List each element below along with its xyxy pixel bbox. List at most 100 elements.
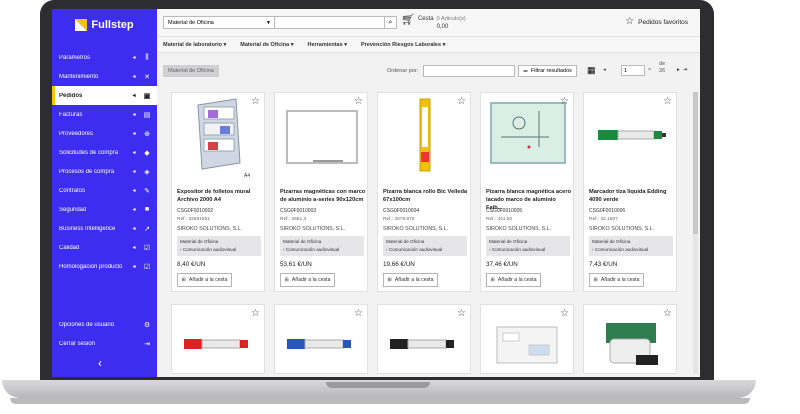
sidebar-item-homologacion[interactable]: Homologacion producto ◂ ☑: [52, 257, 157, 276]
sidebar-item-business-intelligence[interactable]: Business Intelligence ◂ ↗: [52, 219, 157, 238]
sidebar-item-solicitudes[interactable]: Solicitudes de compra ◂ ◆: [52, 143, 157, 162]
favorite-star-icon[interactable]: ☆: [663, 309, 672, 319]
page-prev-icon[interactable]: ◂: [603, 67, 606, 73]
page-clear-icon[interactable]: ×: [648, 67, 651, 73]
product-card[interactable]: ☆: [480, 304, 574, 374]
category-menu-item[interactable]: Prevención Riesgos Laborales ▾: [361, 42, 445, 48]
product-card[interactable]: ☆ Pizarra blanca rollo Bic Velleda 67x10…: [377, 92, 471, 292]
favorite-star-icon[interactable]: ☆: [251, 97, 260, 107]
scrollbar[interactable]: [693, 92, 698, 374]
product-price: 19,66 €/UN: [383, 261, 415, 268]
product-name[interactable]: Marcador tiza líquida Edding 4090 verde: [589, 188, 675, 204]
sidebar-item-label: Opciones de usuario: [59, 321, 115, 328]
page-input[interactable]: 1: [621, 65, 645, 76]
product-image: [598, 130, 666, 140]
checklist-icon: ☑: [143, 244, 151, 252]
sidebar-item-user-options[interactable]: Opciones de usuario ⚙: [52, 315, 157, 334]
sidebar-item-pedidos[interactable]: Pedidos ◂ ▣: [52, 86, 157, 105]
sidebar-item-proveedores[interactable]: Proveedores ◂ ⊕: [52, 124, 157, 143]
chevron-left-icon: ◂: [132, 226, 136, 232]
sidebar-item-logout[interactable]: Cerrar sesión ⇥: [52, 334, 157, 353]
sidebar-item-label: Procesos de compra: [59, 168, 115, 175]
sidebar-item-label: Pedidos: [59, 92, 83, 99]
product-name[interactable]: Expositor de folletos mural Archivo 2000…: [177, 188, 263, 204]
add-to-cart-button[interactable]: ⊞ Añadir a la cesta: [486, 273, 541, 287]
page-next-icon[interactable]: ▸⇥: [677, 67, 690, 73]
favorite-star-icon[interactable]: ☆: [354, 309, 363, 319]
product-name[interactable]: Pizarra blanca rollo Bic Velleda 67x100c…: [383, 188, 469, 204]
laptop-shadow: [10, 398, 750, 404]
subcategory-tag: Comunicación audiovisual: [388, 247, 443, 252]
add-to-cart-button[interactable]: ⊞ Añadir a la cesta: [589, 273, 644, 287]
cart-count: 0 Articulo(s): [436, 16, 466, 22]
favorite-star-icon[interactable]: ☆: [457, 309, 466, 319]
category-menu-item[interactable]: Material de laboratorio ▾: [163, 42, 226, 48]
cart-widget[interactable]: 🛒︎ Cesta 0 Articulo(s) 0,00: [401, 15, 466, 31]
filter-results-button[interactable]: ⚌ Filtrar resultados: [518, 65, 577, 77]
sidebar-item-parametros[interactable]: Parametros ◂ ⫼: [52, 48, 157, 67]
sidebar-item-seguridad[interactable]: Seguridad ◂ ■: [52, 200, 157, 219]
product-price: 37,46 €/UN: [486, 261, 518, 268]
category-menu-item[interactable]: Herramientas ▾: [308, 42, 347, 48]
product-card[interactable]: ☆: [377, 304, 471, 374]
cart-total: 0,00: [436, 24, 449, 30]
grid-view-icon[interactable]: ▦: [587, 66, 596, 75]
product-supplier: SIROKO SOLUTIONS, S.L.: [486, 226, 552, 232]
favorite-star-icon[interactable]: ☆: [560, 309, 569, 319]
chevron-down-icon: ▼: [266, 19, 271, 26]
product-card[interactable]: ☆ Pizarra blanca magnética acero lacado …: [480, 92, 574, 292]
cart-icon: ⊞: [284, 277, 289, 283]
category-label: Prevención Riesgos Laborales: [360, 41, 442, 48]
results-toolbar: Material de Oficina Ordenar por: ⚌ Filtra…: [157, 61, 700, 80]
product-image: [287, 339, 351, 349]
collapse-sidebar-icon[interactable]: ‹: [98, 356, 102, 370]
product-supplier: SIROKO SOLUTIONS, S.L.: [383, 226, 449, 232]
search-input[interactable]: [275, 16, 385, 29]
cart-label: Cesta: [417, 16, 434, 22]
category-select[interactable]: Material de Oficina ▼: [163, 16, 275, 29]
sidebar-item-procesos[interactable]: Procesos de compra ◂ ◈: [52, 162, 157, 181]
product-card[interactable]: ☆: [171, 304, 265, 374]
sidebar-item-mantenimiento[interactable]: Mantenimiento ◂ ✕: [52, 67, 157, 86]
add-to-cart-button[interactable]: ⊞ Añadir a la cesta: [383, 273, 438, 287]
product-name[interactable]: Pizarras magnéticas con marco de alumini…: [280, 188, 366, 204]
product-card[interactable]: ☆: [274, 304, 368, 374]
scrollbar-thumb[interactable]: [693, 92, 698, 234]
product-card[interactable]: ☆ Marcador tiza líquida Edding 4090 verd…: [583, 92, 677, 292]
category-tag: Material de Oficina: [592, 239, 631, 244]
sidebar-item-label: Facturas: [59, 111, 83, 118]
active-filter-chip[interactable]: Material de Oficina: [163, 65, 219, 77]
chevron-left-icon: ◂: [132, 150, 136, 156]
favorite-star-icon[interactable]: ☆: [354, 97, 363, 107]
product-categories: Material de Oficina › Comunicación audiov…: [280, 236, 364, 256]
favorite-star-icon[interactable]: ☆: [251, 309, 260, 319]
sidebar-item-calidad[interactable]: Calidad ◂ ☑: [52, 238, 157, 257]
cart-info: 0 Articulo(s) 0,00: [437, 15, 466, 31]
favorites-orders-link[interactable]: ☆ Pedidos favoritos: [625, 17, 688, 27]
product-card[interactable]: ☆ Pizarras magnéticas con marco de alumi…: [274, 92, 368, 292]
sidebar-nav: Parametros ◂ ⫼ Mantenimiento ◂ ✕ Pedidos ◂ ▣ F…: [52, 48, 157, 276]
product-image: [490, 102, 566, 164]
search-icon[interactable]: ⌕: [385, 16, 397, 29]
product-card[interactable]: ☆: [583, 304, 677, 374]
add-to-cart-label: Añadir a la cesta: [291, 277, 331, 283]
favorite-star-icon[interactable]: ☆: [663, 97, 672, 107]
category-label: Material de laboratorio: [163, 41, 222, 48]
sidebar-item-label: Contratos: [59, 187, 86, 194]
category-menu-item[interactable]: Material de Oficina ▾: [240, 42, 293, 48]
sidebar-item-facturas[interactable]: Facturas ◂ ▤: [52, 105, 157, 124]
favorite-star-icon[interactable]: ☆: [457, 97, 466, 107]
add-to-cart-button[interactable]: ⊞ Añadir a la cesta: [280, 273, 335, 287]
sidebar-item-contratos[interactable]: Contratos ◂ ✎: [52, 181, 157, 200]
add-to-cart-button[interactable]: ⊞ Añadir a la cesta: [177, 273, 232, 287]
lock-icon: ■: [144, 206, 150, 213]
main-content: Material de Oficina ▼ ⌕ 🛒︎ Cesta 0 Artic…: [157, 9, 700, 377]
image-caption: A4: [244, 173, 251, 179]
layers-icon: ◈: [144, 168, 150, 176]
order-select[interactable]: [423, 65, 515, 77]
sidebar-item-label: Cerrar sesión: [59, 340, 96, 347]
product-card[interactable]: A4 ☆ Expositor de folletos mural Archivo…: [171, 92, 265, 292]
favorite-star-icon[interactable]: ☆: [560, 97, 569, 107]
fullstep-logo-icon: [75, 19, 88, 31]
category-label: Material de Oficina: [240, 41, 290, 48]
